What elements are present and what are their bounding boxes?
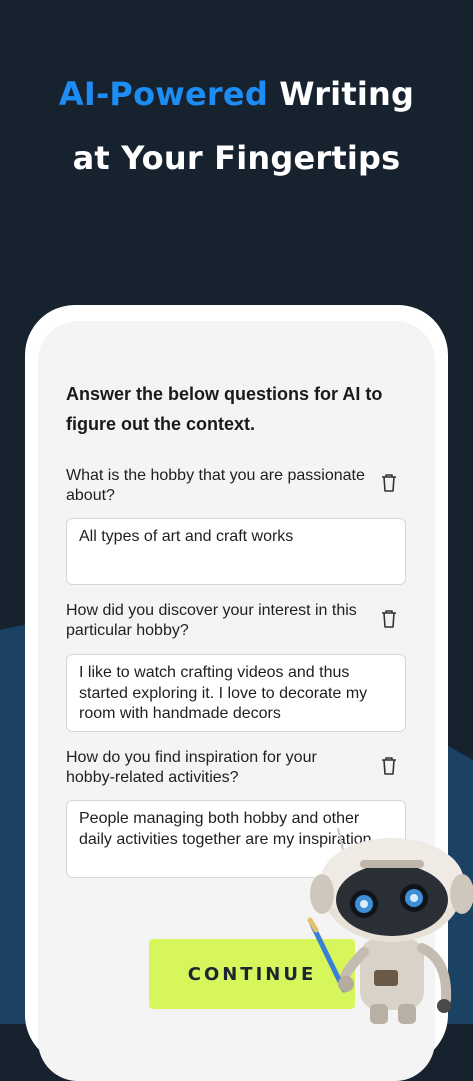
hero-title: AI-Powered Writing at Your Fingertips [0,62,473,190]
trash-icon[interactable] [380,473,398,493]
hero-line-2: at Your Fingertips [72,139,401,177]
question-3: How do you find inspiration for your hob… [66,749,317,786]
answer-field-1[interactable]: All types of art and craft works [66,518,406,585]
trash-icon[interactable] [380,756,398,776]
trash-icon[interactable] [380,609,398,629]
form-intro: Answer the below questions for AI to fig… [66,384,383,434]
hero-accent: AI-Powered [58,75,268,113]
question-2: How did you discover your interest in th… [66,602,357,639]
robot-mascot-icon [307,827,473,1024]
question-1: What is the hobby that you are passionat… [66,467,365,504]
answer-field-2[interactable]: I like to watch crafting videos and thus… [66,654,406,732]
hero-line-1-rest: Writing [267,75,415,113]
hero-line-1: AI-Powered Writing [0,62,473,126]
